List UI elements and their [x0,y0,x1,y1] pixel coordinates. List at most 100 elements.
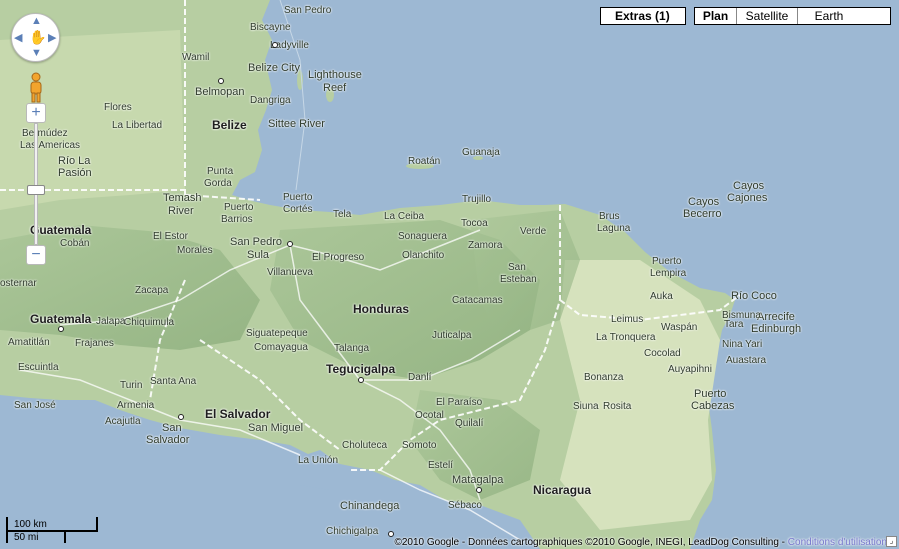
terms-link[interactable]: Conditions d'utilisation [788,537,887,548]
label-villanueva: Villanueva [267,267,313,278]
label-sonaguera: Sonaguera [398,231,447,242]
label-barrios: Barrios [221,214,253,225]
label-la-ceiba: La Ceiba [384,211,425,222]
label-san-pedro: San Pedro [284,5,332,16]
overview-toggle-icon[interactable]: ⌟ [886,536,897,547]
label-belize-city: Belize City [248,62,300,74]
label-waspan: Waspán [661,322,698,333]
label-chiquimula: Chiquimula [124,317,175,328]
zoom-in-button[interactable]: + [26,103,46,123]
label-la-tronquera: La Tronquera [596,332,656,343]
zoom-slider-handle[interactable] [27,185,45,195]
label-olanchito: Olanchito [402,250,445,261]
label-rosita: Rosita [603,401,632,412]
label-san-s: San [162,422,182,434]
label-cocolad: Cocolad [644,348,681,359]
pan-right-icon[interactable]: ▶ [48,31,56,44]
pan-down-icon[interactable]: ▼ [31,47,42,59]
label-juticalpa: Juticalpa [432,330,472,341]
label-coban: Cobán [60,238,90,249]
label-lempira: Lempira [650,268,687,279]
pan-up-icon[interactable]: ▲ [31,15,42,27]
copyright: ©2010 Google - Données cartographiques ©… [394,537,887,548]
pegman-icon[interactable] [27,72,45,104]
hand-icon[interactable]: ✋ [29,29,46,46]
label-guatemala-region: Guatemala [30,223,92,237]
label-nina-yari: Nina Yari [722,339,763,350]
plan-button[interactable]: Plan [695,8,736,24]
label-bonanza: Bonanza [584,372,624,383]
label-sittee-river: Sittee River [268,118,325,130]
label-temash: Temash [163,192,202,204]
label-quilali: Quilalí [455,418,484,429]
city-dot [476,487,482,493]
label-osternar: osternar [0,278,37,289]
label-auka: Auka [650,291,673,302]
satellite-button[interactable]: Satellite [736,8,797,24]
scale-mi: 50 mi [14,532,39,543]
earth-button[interactable]: Earth [797,8,860,24]
label-comayagua: Comayagua [254,342,308,353]
label-leimus: Leimus [611,314,644,325]
pan-left-icon[interactable]: ◀ [14,31,22,44]
label-guanaja: Guanaja [462,147,500,158]
label-belmopan: Belmopan [195,86,245,98]
label-puerto-cab: Puerto [694,388,727,400]
label-matagalpa: Matagalpa [452,474,504,486]
label-santa-ana: Santa Ana [150,376,197,387]
pan-control[interactable]: ▲ ◀ ▶ ▼ ✋ [11,13,60,62]
label-salvador: Salvador [146,434,190,446]
scale-bar: 100 km 50 mi [6,517,98,545]
label-biscayne: Biscayne [250,22,291,33]
label-san-jose: San José [14,400,56,411]
label-catacamas: Catacamas [452,295,503,306]
city-dot [287,241,293,247]
label-puerto-c: Puerto [283,192,313,203]
label-temash-river: River [168,205,194,217]
label-lighthouse: Lighthouse [308,69,362,81]
label-san-pedro-sula: San Pedro [230,236,282,248]
label-armenia: Armenia [117,400,155,411]
label-zacapa: Zacapa [135,285,169,296]
label-gorda: Gorda [204,178,232,189]
label-sebaco: Sébaco [448,500,482,511]
label-el-paraiso: El Paraíso [436,397,483,408]
label-la-union: La Unión [298,455,339,466]
city-dot [218,78,224,84]
label-danli: Danlí [408,372,432,383]
city-dot [178,414,184,420]
label-puerto-b: Puerto [224,202,254,213]
label-choluteca: Choluteca [342,440,388,451]
label-puerto-l: Puerto [652,256,682,267]
extras-button[interactable]: Extras (1) [600,7,686,25]
label-el-progreso: El Progreso [312,252,365,263]
label-tegucigalpa: Tegucigalpa [326,362,396,376]
label-amatitlan: Amatitlán [8,337,50,348]
zoom-out-button[interactable]: − [26,245,46,265]
label-esteli: Estelí [428,460,454,471]
label-cortes: Cortés [283,204,313,215]
label-chinandega: Chinandega [340,500,400,512]
scale-km: 100 km [14,519,47,530]
city-dot [272,42,278,48]
label-reef: Reef [323,82,347,94]
label-turin: Turin [120,380,143,391]
label-verde: Verde [520,226,547,237]
label-talanga: Talanga [334,343,370,354]
extras-label[interactable]: Extras (1) [601,8,684,24]
label-esteban: Esteban [500,274,537,285]
label-bermudez: Bermúdez [22,128,68,139]
label-somoto: Somoto [402,440,437,451]
label-tara: Tara [724,319,744,330]
label-siuna: Siuna [573,401,599,412]
label-belize: Belize [212,118,247,132]
label-guatemala-city: Guatemala [30,312,92,326]
label-ocotal: Ocotal [415,410,444,421]
label-cayos-c: Cayos [733,180,765,192]
label-siguatepeque: Siguatepeque [246,328,308,339]
label-nicaragua: Nicaragua [533,483,592,497]
label-la-libertad: La Libertad [112,120,163,131]
zoom-slider-track[interactable] [34,123,38,245]
label-honduras: Honduras [353,302,410,316]
label-el-estor: El Estor [153,231,189,242]
